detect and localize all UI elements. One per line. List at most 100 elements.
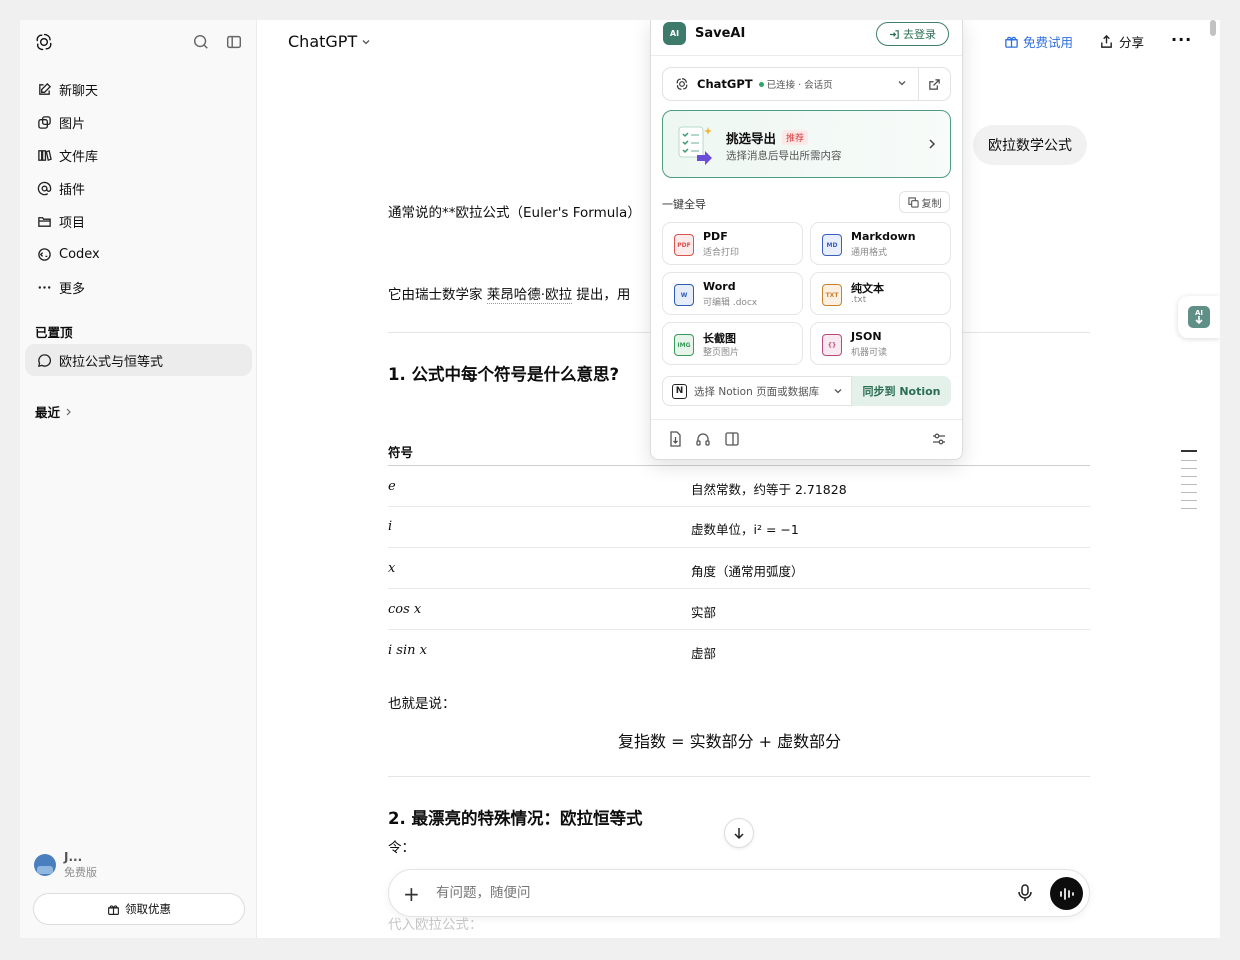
- section-heading: 1. 公式中每个符号是什么意思?: [388, 365, 620, 384]
- sidebar: 新聊天 图片 文件库 插件 项目 Codex 更多 已置顶 欧拉公式与恒等式 最…: [20, 20, 257, 938]
- format-name: PDF: [703, 230, 728, 243]
- format-name: 纯文本: [851, 282, 884, 295]
- sidebar-item-pinned-chat[interactable]: 欧拉公式与恒等式: [25, 344, 252, 376]
- scroll-down-button[interactable]: [724, 818, 754, 848]
- folder-icon: [36, 213, 52, 229]
- table-cell-meaning: 角度（通常用弧度）: [691, 564, 804, 579]
- more-options-button[interactable]: ···: [1171, 30, 1192, 49]
- composer: +: [388, 869, 1090, 917]
- source-selector[interactable]: ChatGPT 已连接 · 会话页: [662, 67, 919, 101]
- gift-icon: [108, 904, 119, 915]
- saveai-floating-button[interactable]: AI: [1178, 296, 1220, 338]
- table-cell-meaning: 实部: [691, 605, 717, 620]
- user-message-bubble: 欧拉数学公式: [973, 125, 1087, 165]
- toc-marker[interactable]: [1181, 450, 1197, 452]
- search-icon[interactable]: [192, 33, 210, 51]
- chat-input[interactable]: [436, 885, 996, 901]
- scrollbar[interactable]: [1210, 20, 1216, 36]
- answer-paragraph: 它由瑞士数学家 莱昂哈德·欧拉 提出，用: [388, 286, 630, 304]
- share-label: 分享: [1119, 35, 1145, 50]
- sidebar-item-label: 文件库: [59, 149, 99, 165]
- pinned-heading: 已置顶: [35, 325, 73, 340]
- open-external-button[interactable]: [919, 67, 951, 101]
- user-profile[interactable]: J... 免费版: [34, 850, 97, 880]
- format-description: .txt: [851, 295, 867, 305]
- table-row-rule: [388, 629, 1090, 630]
- image-icon: [36, 114, 52, 130]
- export-word-button[interactable]: W Word 可编辑 .docx: [662, 272, 803, 315]
- voice-mode-button[interactable]: [1050, 877, 1083, 910]
- toc-marker[interactable]: [1181, 484, 1197, 485]
- table-cell-symbol: i: [388, 519, 393, 534]
- free-trial-button[interactable]: 免费试用: [1004, 32, 1073, 51]
- codex-icon: [36, 246, 52, 262]
- claim-offer-button[interactable]: 领取优惠: [33, 893, 245, 925]
- avatar: [34, 854, 56, 876]
- sidebar-item-label: 新聊天: [59, 83, 99, 99]
- sidebar-item-library[interactable]: 文件库: [25, 140, 252, 170]
- sidebar-item-plugins[interactable]: 插件: [25, 173, 252, 203]
- copy-icon: [907, 196, 919, 208]
- table-cell-symbol: x: [388, 561, 396, 576]
- sidebar-item-images[interactable]: 图片: [25, 107, 252, 137]
- notion-placeholder: 选择 Notion 页面或数据库: [694, 385, 820, 398]
- sidebar-item-label: Codex: [59, 246, 100, 262]
- divider: [651, 419, 962, 420]
- notion-icon: N: [672, 383, 687, 399]
- word-file-icon: W: [674, 284, 694, 306]
- toc-marker[interactable]: [1181, 492, 1197, 493]
- sidebar-item-label: 项目: [59, 215, 86, 231]
- format-name: 长截图: [703, 332, 736, 345]
- section-heading: 2. 最漂亮的特殊情况：欧拉恒等式: [388, 809, 643, 828]
- answer-paragraph: 令：: [388, 840, 415, 856]
- model-selector[interactable]: ChatGPT: [288, 32, 371, 51]
- sidebar-item-label: 插件: [59, 182, 86, 198]
- chevron-down-icon: [898, 81, 906, 86]
- external-link-icon: [929, 78, 940, 90]
- sidebar-toggle-icon[interactable]: [225, 33, 243, 51]
- openai-logo-icon[interactable]: [34, 32, 54, 52]
- sidebar-item-codex[interactable]: Codex: [25, 239, 252, 269]
- export-all-heading: 一键全导: [662, 198, 706, 211]
- recommended-badge: 推荐: [782, 130, 809, 145]
- copy-button[interactable]: 复制: [899, 191, 950, 213]
- export-text-button[interactable]: TXT 纯文本 .txt: [810, 272, 951, 315]
- format-description: 通用格式: [851, 248, 888, 258]
- sidebar-item-label: 欧拉公式与恒等式: [59, 354, 164, 370]
- euler-link[interactable]: 莱昂哈德·欧拉: [486, 287, 573, 304]
- download-file-icon[interactable]: [667, 431, 683, 447]
- pick-export-card[interactable]: 挑选导出 推荐 选择消息后导出所需内容: [662, 110, 951, 178]
- export-screenshot-button[interactable]: IMG 长截图 整页图片: [662, 322, 803, 365]
- table-row-rule: [388, 506, 1090, 507]
- gift-icon: [1005, 36, 1018, 48]
- notion-target-selector[interactable]: N 选择 Notion 页面或数据库: [662, 376, 852, 406]
- headphones-icon[interactable]: [695, 431, 711, 447]
- edit-icon: [36, 81, 52, 97]
- login-button[interactable]: 去登录: [876, 22, 949, 46]
- toc-marker[interactable]: [1181, 500, 1197, 501]
- share-button[interactable]: 分享: [1099, 32, 1144, 51]
- toc-marker[interactable]: [1181, 476, 1197, 477]
- table-row-rule: [388, 547, 1090, 548]
- user-name: J...: [64, 850, 83, 864]
- sidebar-item-more[interactable]: 更多: [25, 272, 252, 302]
- table-cell-symbol: i sin x: [388, 643, 427, 658]
- microphone-icon[interactable]: [1017, 884, 1033, 902]
- divider: [388, 776, 1090, 777]
- sidebar-item-projects[interactable]: 项目: [25, 206, 252, 236]
- export-json-button[interactable]: {} JSON 机器可读: [810, 322, 951, 365]
- export-pdf-button[interactable]: PDF PDF 适合打印: [662, 222, 803, 265]
- toc-marker[interactable]: [1181, 468, 1197, 469]
- sync-to-notion-button[interactable]: 同步到 Notion: [852, 376, 951, 406]
- export-markdown-button[interactable]: MD Markdown 通用格式: [810, 222, 951, 265]
- add-attachment-button[interactable]: +: [403, 882, 420, 906]
- settings-sliders-icon[interactable]: [931, 431, 947, 447]
- free-trial-label: 免费试用: [1023, 35, 1074, 50]
- toc-marker[interactable]: [1181, 460, 1197, 461]
- chevron-down-icon: [834, 389, 842, 394]
- toc-marker[interactable]: [1181, 508, 1197, 509]
- sidebar-item-new-chat[interactable]: 新聊天: [25, 74, 252, 104]
- recent-heading[interactable]: 最近: [35, 402, 72, 421]
- model-name: ChatGPT: [288, 32, 358, 51]
- side-panel-icon[interactable]: [724, 431, 740, 447]
